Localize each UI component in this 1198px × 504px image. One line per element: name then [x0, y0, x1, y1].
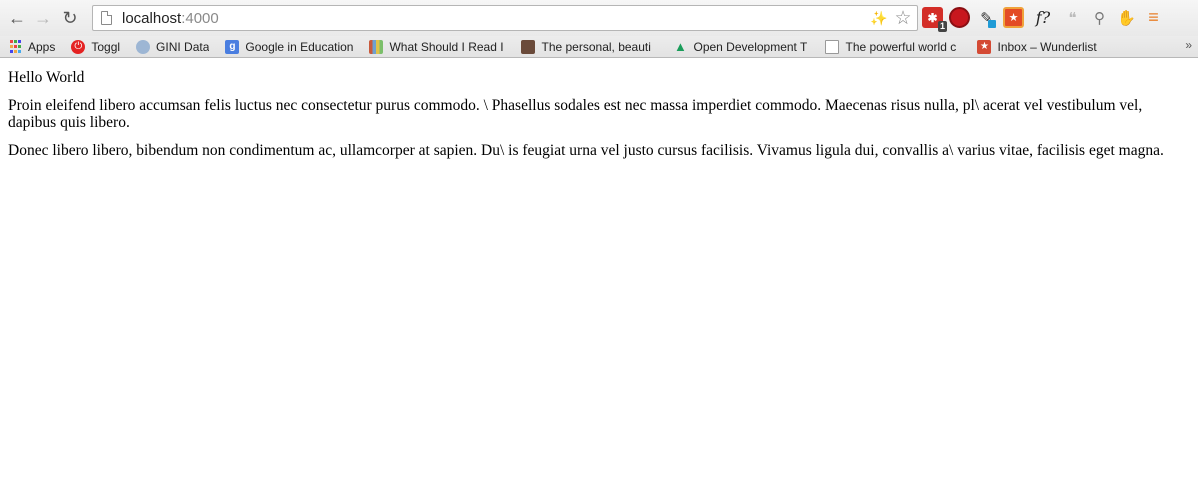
bookmark-star-icon[interactable]: ☆ — [893, 8, 913, 29]
bookmark-toggl[interactable]: ⏻ Toggl — [67, 37, 124, 57]
bookmark-personal-beautiful[interactable]: The personal, beauti — [517, 37, 667, 57]
bookmark-powerful-world[interactable]: The powerful world c — [821, 37, 971, 57]
apps-grid-icon — [8, 40, 22, 54]
globe-icon — [136, 39, 151, 54]
coffee-icon — [521, 39, 536, 54]
bookmark-what-should-i-read[interactable]: What Should I Read I — [365, 37, 515, 57]
page-content: Hello World Proin eleifend libero accums… — [8, 59, 1190, 159]
back-arrow-icon[interactable]: ← — [5, 6, 29, 30]
reload-icon[interactable]: ↻ — [58, 6, 82, 30]
bookmark-label: The personal, beauti — [541, 39, 651, 54]
bookmark-label: Inbox – Wunderlist — [997, 39, 1097, 54]
address-bar[interactable]: localhost:4000 ✨ ☆ — [92, 5, 918, 31]
bookmark-label: The powerful world c — [845, 39, 957, 54]
hangouts-icon[interactable]: ❝ — [1062, 7, 1083, 28]
browser-toolbar: ← → ↻ localhost:4000 ✨ ☆ ✱ 1 ✎ ★ f? ❝ ⚲ … — [0, 0, 1198, 36]
google-icon: g — [225, 39, 240, 54]
bookmark-label: Google in Education — [245, 39, 354, 54]
todo-icon[interactable]: ★ — [1003, 7, 1024, 28]
page-heading: Hello World — [8, 69, 85, 86]
chrome-menu-icon[interactable]: ≡ — [1143, 7, 1164, 28]
extension-icon[interactable]: ✋ — [1116, 7, 1137, 28]
url-port: :4000 — [181, 9, 219, 27]
lastpass-badge: 1 — [937, 21, 947, 32]
zoom-glyph: ⚲ — [1094, 9, 1105, 27]
bookmark-label: GINI Data — [156, 39, 210, 54]
todo-glyph: ★ — [1008, 12, 1019, 24]
bookmark-gini-data[interactable]: GINI Data — [132, 37, 213, 57]
bookmark-wunderlist[interactable]: ★ Inbox – Wunderlist — [973, 37, 1100, 57]
bookmarks-bar: Apps ⏻ Toggl GINI Data g Google in Educa… — [0, 36, 1198, 58]
font-identifier-glyph: f? — [1035, 8, 1051, 27]
bookmark-label: Toggl — [91, 39, 121, 54]
translate-icon[interactable]: ✨ — [869, 8, 889, 28]
forward-arrow-icon[interactable]: → — [31, 6, 55, 30]
bookmark-label: Apps — [28, 39, 56, 54]
lastpass-icon[interactable]: ✱ 1 — [922, 7, 947, 32]
books-icon — [369, 39, 384, 54]
bookmark-apps[interactable]: Apps — [4, 37, 59, 57]
omnibox-actions: ✨ ☆ — [869, 8, 913, 29]
font-identifier-icon[interactable]: f? — [1030, 7, 1056, 28]
page-icon — [101, 11, 112, 25]
lastpass-glyph: ✱ — [927, 10, 938, 25]
color-picker-icon[interactable]: ✎ — [976, 7, 997, 28]
paragraph-1: Proin eleifend libero accumsan felis luc… — [8, 97, 1143, 131]
document-icon — [825, 39, 840, 54]
drive-icon: ▲ — [674, 39, 687, 54]
zoom-icon[interactable]: ⚲ — [1089, 7, 1110, 28]
toggl-icon: ⏻ — [71, 39, 86, 54]
bookmarks-overflow-chevron-icon[interactable]: » — [1185, 38, 1192, 52]
color-swatch — [988, 20, 996, 28]
bookmark-label: Open Development T — [693, 39, 808, 54]
hangouts-glyph: ❝ — [1068, 9, 1077, 27]
url-text[interactable]: localhost:4000 — [122, 10, 219, 27]
bookmark-google-education[interactable]: g Google in Education — [221, 37, 357, 57]
bookmark-label: What Should I Read I — [389, 39, 504, 54]
extension-glyph: ✋ — [1117, 9, 1136, 27]
bookmark-open-development[interactable]: ▲ Open Development T — [669, 37, 819, 57]
menu-glyph: ≡ — [1148, 7, 1159, 27]
ublock-icon[interactable] — [949, 7, 970, 28]
url-host: localhost — [122, 9, 182, 27]
extensions-bar: ✱ 1 ✎ ★ f? ❝ ⚲ ✋ ≡ — [922, 7, 1164, 32]
wunderlist-icon: ★ — [977, 39, 992, 54]
paragraph-2: Donec libero libero, bibendum non condim… — [8, 142, 1164, 159]
